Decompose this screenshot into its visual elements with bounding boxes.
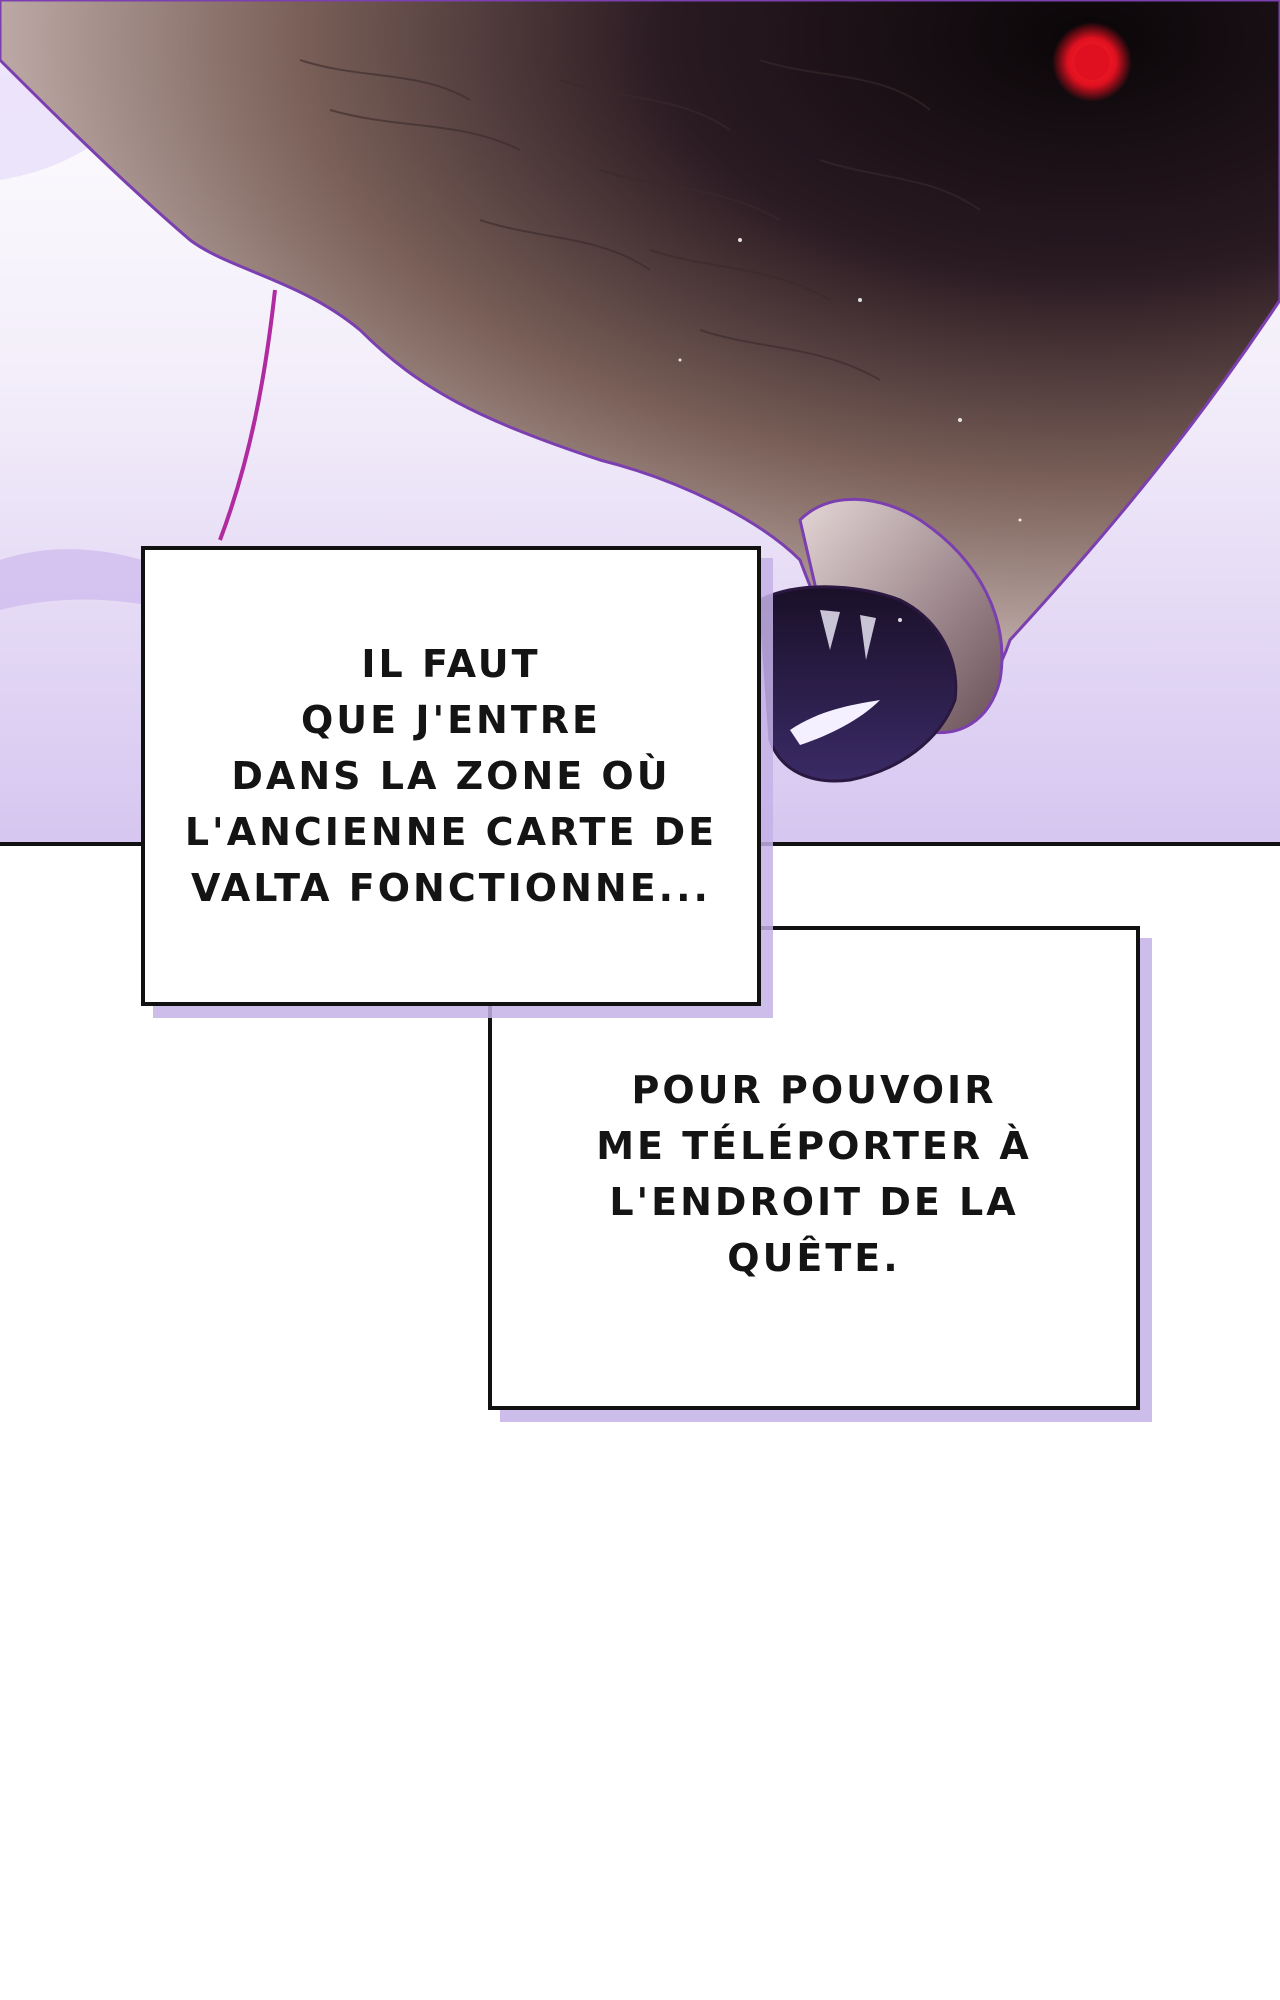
caption-text-second: POUR POUVOIR ME TÉLÉPORTER À L'ENDROIT D… xyxy=(596,1068,1032,1280)
caption-box-first: IL FAUT QUE J'ENTRE DANS LA ZONE OÙ L'AN… xyxy=(141,546,761,1006)
caption-text-first: IL FAUT QUE J'ENTRE DANS LA ZONE OÙ L'AN… xyxy=(184,642,718,910)
